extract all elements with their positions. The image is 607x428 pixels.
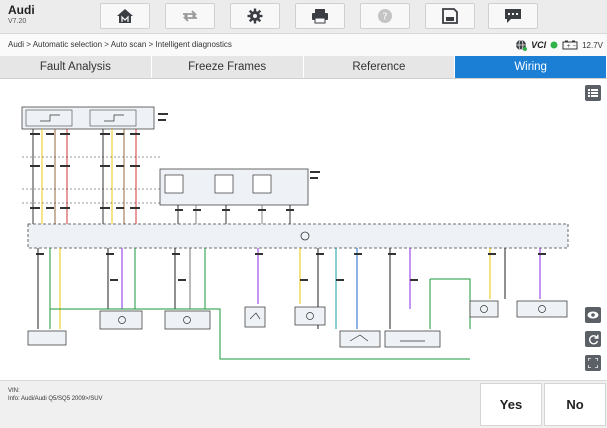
tab-bar: Fault Analysis Freeze Frames Reference W… <box>0 56 607 79</box>
tab-freeze-frames[interactable]: Freeze Frames <box>152 56 304 78</box>
top-toolbar: Audi V7.20 ? <box>0 0 607 34</box>
print-button[interactable] <box>295 3 345 29</box>
app-version: V7.20 <box>8 18 27 25</box>
wiring-diagram-canvas[interactable] <box>0 79 607 380</box>
home-button[interactable] <box>100 3 150 29</box>
vin-label: VIN: <box>8 388 20 394</box>
vci-connected-icon <box>550 41 558 49</box>
settings-icon <box>247 8 263 24</box>
yes-button[interactable]: Yes <box>480 383 542 426</box>
save-icon <box>442 8 458 24</box>
network-globe-icon <box>516 39 528 51</box>
refresh-icon <box>588 334 598 344</box>
breadcrumb: Audi > Automatic selection > Auto scan >… <box>8 40 232 49</box>
save-button[interactable] <box>425 3 475 29</box>
svg-text:+ −: + − <box>567 44 577 50</box>
tab-wiring[interactable]: Wiring <box>455 56 607 78</box>
battery-voltage: 12.7V <box>582 40 603 50</box>
refresh-button[interactable] <box>585 331 601 347</box>
settings-button[interactable] <box>230 3 280 29</box>
svg-text:?: ? <box>382 12 387 23</box>
list-icon <box>588 89 598 97</box>
message-icon <box>505 9 521 23</box>
vci-label: VCI <box>531 40 547 50</box>
vehicle-info: VIN: Info: Audi/Audi Q5/SQ5 2009>/SUV <box>8 387 103 403</box>
help-icon: ? <box>378 9 392 23</box>
list-menu-button[interactable] <box>585 85 601 101</box>
fullscreen-icon <box>588 358 598 368</box>
app-brand: Audi V7.20 <box>8 4 35 27</box>
wiring-diagram <box>21 106 569 360</box>
fullscreen-button[interactable] <box>585 355 601 371</box>
view-button[interactable] <box>585 307 601 323</box>
connection-status: VCI + − 12.7V <box>515 38 603 52</box>
bottom-bar: VIN: Info: Audi/Audi Q5/SQ5 2009>/SUV Ye… <box>0 380 607 428</box>
app-title: Audi <box>8 3 35 17</box>
no-button[interactable]: No <box>544 383 606 426</box>
eye-icon <box>587 311 599 319</box>
battery-icon: + − <box>562 40 578 50</box>
vehicle-swap-icon <box>182 10 198 22</box>
home-icon <box>117 9 133 23</box>
message-button[interactable] <box>488 3 538 29</box>
tab-reference[interactable]: Reference <box>304 56 456 78</box>
print-icon <box>312 9 328 24</box>
help-button[interactable]: ? <box>360 3 410 29</box>
vehicle-info-text: Info: Audi/Audi Q5/SQ5 2009>/SUV <box>8 396 103 402</box>
tab-fault-analysis[interactable]: Fault Analysis <box>0 56 152 78</box>
vehicle-swap-button[interactable] <box>165 3 215 29</box>
breadcrumb-bar: Audi > Automatic selection > Auto scan >… <box>0 34 607 56</box>
